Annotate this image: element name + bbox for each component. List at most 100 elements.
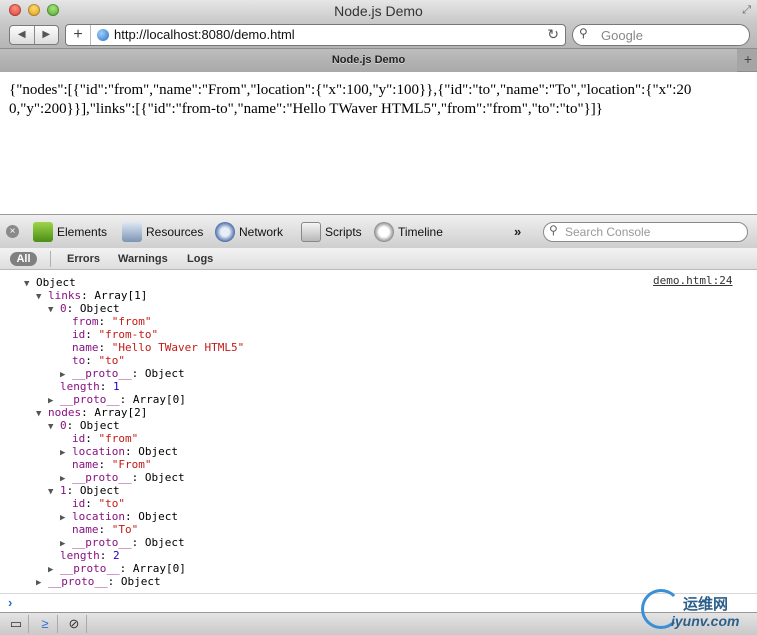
page-content: {"nodes":[{"id":"from","name":"From","lo… <box>0 72 757 214</box>
expanded-triangle-icon[interactable]: ▼ <box>36 291 48 304</box>
prompt-chevron-icon: › <box>8 595 13 610</box>
tree-value: "from" <box>111 315 152 328</box>
tree-key: location <box>72 445 125 458</box>
tree-row[interactable]: ▶ __proto__: Object <box>36 575 161 588</box>
tree-key: __proto__ <box>48 575 108 588</box>
tree-row[interactable]: ▼ links: Array[1] <box>36 289 147 302</box>
tab-node-js-demo[interactable]: Node.js Demo <box>0 49 737 72</box>
tab-scripts-label: Scripts <box>325 225 362 239</box>
console-filter-bar: All Errors Warnings Logs <box>0 248 757 270</box>
clear-console-icon[interactable]: ⊘ <box>62 615 87 633</box>
watermark-cn-text: 运维网 <box>683 596 729 613</box>
console-toggle-icon[interactable]: ≥ <box>33 615 58 633</box>
tree-row[interactable]: ▼ 0: Object <box>48 302 120 315</box>
tree-key: links <box>48 289 82 302</box>
back-forward-buttons: ◀ ▶ <box>9 25 59 45</box>
search-icon: ⚲ <box>579 26 588 40</box>
filter-warnings[interactable]: Warnings <box>118 253 168 265</box>
tab-network-label: Network <box>239 225 284 239</box>
tree-value: "to" <box>98 497 126 510</box>
tree-row: length: 1 <box>60 380 120 393</box>
tree-value: "Hello TWaver HTML5" <box>111 341 245 354</box>
tab-timeline-label: Timeline <box>398 225 443 239</box>
tab-bar: Node.js Demo + <box>0 48 757 72</box>
expanded-triangle-icon[interactable]: ▼ <box>48 304 60 317</box>
address-bar[interactable]: + http://localhost:8080/demo.html ↻ <box>65 24 566 46</box>
tab-scripts[interactable]: Scripts <box>301 220 362 244</box>
new-tab-icon[interactable]: + <box>744 51 752 67</box>
back-arrow-icon[interactable]: ◀ <box>10 26 34 44</box>
address-url[interactable]: http://localhost:8080/demo.html <box>114 27 295 42</box>
browser-toolbar: ◀ ▶ + http://localhost:8080/demo.html ↻ … <box>0 22 757 48</box>
tree-row: name: "From" <box>72 458 152 471</box>
reload-icon[interactable]: ↻ <box>547 26 559 43</box>
collapsed-triangle-icon[interactable]: ▶ <box>60 447 72 460</box>
expanded-triangle-icon[interactable]: ▼ <box>48 486 60 499</box>
tree-value: Object <box>144 367 185 380</box>
tree-row[interactable]: ▶ __proto__: Array[0] <box>48 393 186 406</box>
tree-row[interactable]: ▼ 1: Object <box>48 484 120 497</box>
tab-network[interactable]: Network <box>215 220 283 244</box>
search-placeholder: Google <box>601 28 643 43</box>
tree-key: from <box>72 315 99 328</box>
source-link[interactable]: demo.html:24 <box>653 274 732 287</box>
tree-row[interactable]: ▶ __proto__: Object <box>60 367 185 380</box>
globe-icon <box>97 29 109 41</box>
tree-key: __proto__ <box>72 367 132 380</box>
tree-row[interactable]: ▶ location: Object <box>60 510 178 523</box>
console-search-field[interactable]: ⚲ Search Console <box>543 222 748 242</box>
tree-value: Object <box>79 419 120 432</box>
fullscreen-icon[interactable]: ⤢ <box>742 4 751 17</box>
tree-row[interactable]: ▶ __proto__: Object <box>60 471 185 484</box>
expanded-triangle-icon[interactable]: ▼ <box>48 421 60 434</box>
site-watermark: 运维网 iyunv.com <box>641 587 749 633</box>
tree-row[interactable]: ▶ location: Object <box>60 445 178 458</box>
more-tabs-button[interactable]: » <box>514 224 521 239</box>
resources-icon <box>122 222 142 242</box>
tree-value: 2 <box>113 549 120 562</box>
tab-elements[interactable]: Elements <box>33 220 107 244</box>
tree-key: __proto__ <box>60 562 120 575</box>
tree-row: id: "to" <box>72 497 125 510</box>
tree-row[interactable]: ▼ Object <box>24 276 76 289</box>
expanded-triangle-icon[interactable]: ▼ <box>24 278 36 291</box>
collapsed-triangle-icon[interactable]: ▶ <box>60 512 72 525</box>
console-output: demo.html:24 ▼ Object ▼ links: Array[1] ▼ 0… <box>0 270 757 590</box>
tree-row: to: "to" <box>72 354 125 367</box>
tab-elements-label: Elements <box>57 225 108 239</box>
filter-errors[interactable]: Errors <box>67 253 100 265</box>
dock-toggle-icon[interactable]: ▭ <box>4 615 29 633</box>
tree-row[interactable]: ▶ __proto__: Object <box>60 536 185 549</box>
expanded-triangle-icon[interactable]: ▼ <box>36 408 48 421</box>
tree-row: name: "To" <box>72 523 139 536</box>
tree-value: "From" <box>111 458 152 471</box>
tree-value: Object <box>79 484 120 497</box>
close-devtools-icon[interactable]: × <box>6 225 19 238</box>
tree-row[interactable]: ▶ __proto__: Array[0] <box>48 562 186 575</box>
tab-timeline[interactable]: Timeline <box>374 220 443 244</box>
tree-key: id <box>72 497 86 510</box>
forward-arrow-icon[interactable]: ▶ <box>33 26 59 44</box>
tree-key: length <box>60 549 100 562</box>
tree-key: __proto__ <box>72 536 132 549</box>
add-bookmark-icon[interactable]: + <box>66 25 91 45</box>
tree-key: __proto__ <box>60 393 120 406</box>
tree-row: id: "from" <box>72 432 139 445</box>
search-icon: ⚲ <box>549 223 558 237</box>
tree-key: location <box>72 510 125 523</box>
tree-row[interactable]: ▼ 0: Object <box>48 419 120 432</box>
tree-key: 0 <box>60 419 67 432</box>
tree-root-label: Object <box>36 276 76 289</box>
filter-logs[interactable]: Logs <box>187 253 213 265</box>
window-title-bar: Node.js Demo ⤢ <box>0 0 757 22</box>
tree-row[interactable]: ▼ nodes: Array[2] <box>36 406 147 419</box>
search-field[interactable]: ⚲ Google <box>572 24 750 46</box>
tab-resources[interactable]: Resources <box>122 220 203 244</box>
tree-value: Object <box>79 302 120 315</box>
collapsed-triangle-icon[interactable]: ▶ <box>36 577 48 590</box>
network-icon <box>215 222 235 242</box>
tree-row: id: "from-to" <box>72 328 159 341</box>
filter-all[interactable]: All <box>10 252 37 266</box>
tree-value: Array[1] <box>94 289 148 302</box>
tree-key: __proto__ <box>72 471 132 484</box>
